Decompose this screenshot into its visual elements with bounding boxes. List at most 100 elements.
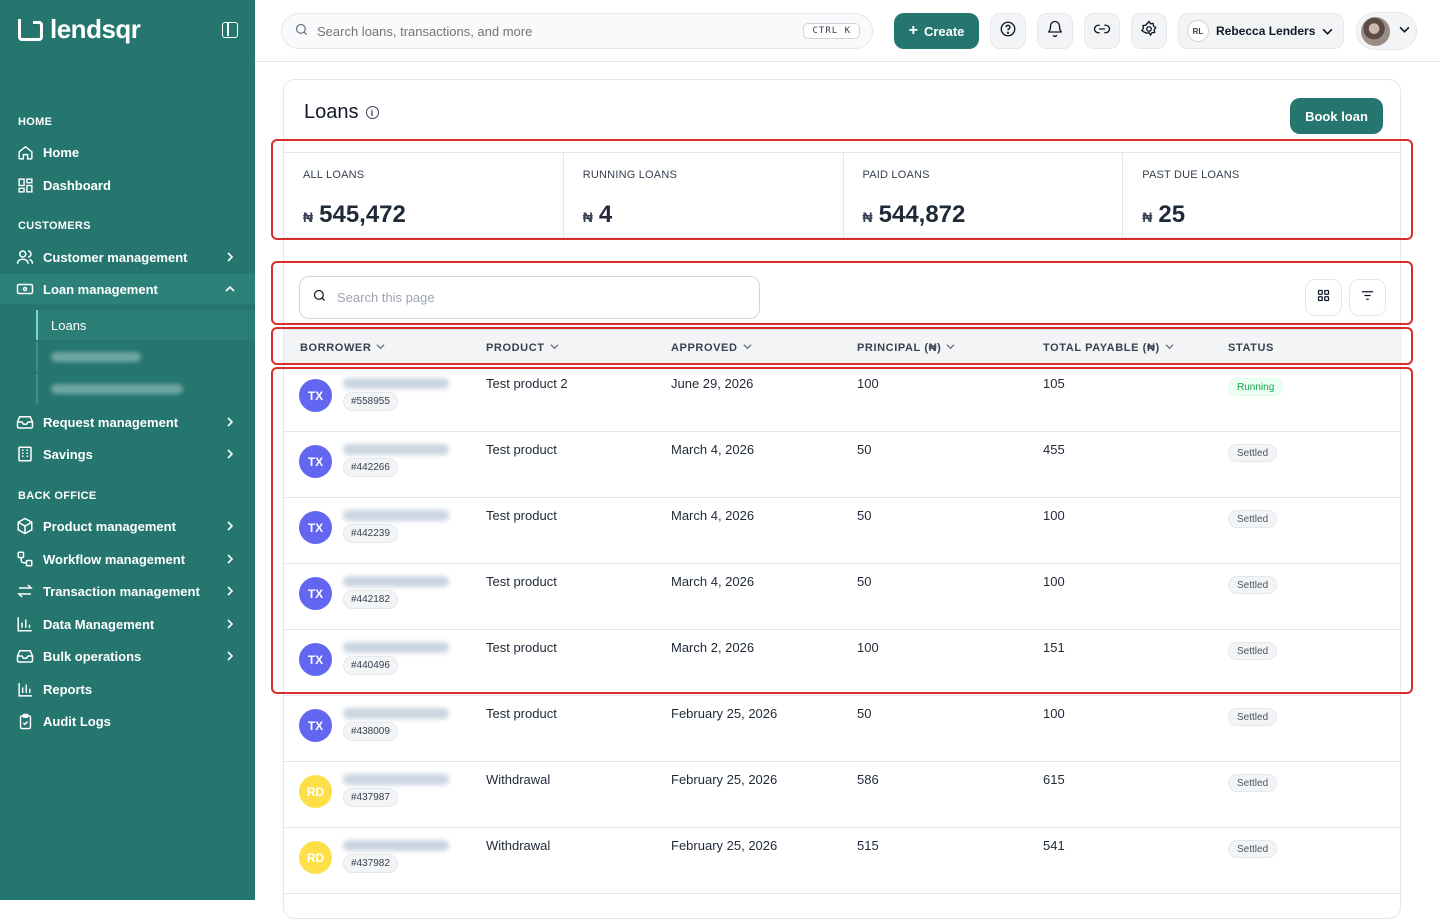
sidebar-item-savings[interactable]: Savings (0, 439, 255, 469)
table-row[interactable]: RD #437982 Withdrawal February 25, 2026 515 5… (284, 828, 1402, 894)
borrower-avatar: TX (299, 577, 332, 610)
sidebar-item-dashboard[interactable]: Dashboard (0, 170, 255, 200)
banknote-icon (16, 280, 34, 298)
approved-cell: June 29, 2026 (671, 376, 754, 391)
column-status: STATUS (1228, 342, 1274, 354)
grid-view-icon (1316, 288, 1331, 308)
sidebar-subitem-loans[interactable]: Loans (36, 310, 255, 340)
approved-cell: March 2, 2026 (671, 640, 755, 655)
status-badge: Settled (1228, 774, 1278, 792)
sidebar-item-label: Bulk operations (43, 648, 142, 664)
table-row[interactable]: TX #442182 Test product March 4, 2026 50 100 S… (284, 564, 1402, 630)
column-approved[interactable]: APPROVED (671, 342, 752, 354)
brand-logo[interactable]: lendsqr (18, 14, 141, 45)
book-loan-button[interactable]: Book loan (1290, 98, 1383, 134)
loan-id-badge: #437987 (343, 788, 398, 807)
column-label: STATUS (1228, 342, 1274, 354)
help-circle-icon (999, 20, 1017, 43)
sidebar-item-data-management[interactable]: Data Management (0, 609, 255, 639)
status-badge: Settled (1228, 642, 1278, 660)
table-row[interactable]: TX #558955 Test product 2 June 29, 2026 100 1… (284, 366, 1402, 432)
page-title: Loans i (304, 101, 379, 124)
sidebar-item-transaction-management[interactable]: Transaction management (0, 576, 255, 606)
sidebar-item-bulk-operations[interactable]: Bulk operations (0, 641, 255, 671)
chevron-right-icon (223, 250, 237, 264)
info-icon[interactable]: i (365, 106, 379, 119)
total-payable-cell: 100 (1043, 508, 1065, 523)
global-search-input[interactable] (317, 23, 757, 39)
borrower-avatar: RD (299, 841, 332, 874)
loan-id-badge: #437982 (343, 854, 398, 873)
sidebar-item-loan-management[interactable]: Loan management (0, 274, 255, 304)
sidebar-item-label: Product management (43, 518, 176, 534)
column-total-payable[interactable]: TOTAL PAYABLE (₦) (1043, 342, 1174, 354)
borrower-avatar: TX (299, 511, 332, 544)
table-row[interactable]: RD #437987 Withdrawal February 25, 2026 586 6… (284, 762, 1402, 828)
product-cell: Withdrawal (486, 838, 551, 853)
stat-label: PAST DUE LOANS (1142, 169, 1240, 181)
blurred-label (51, 352, 141, 362)
status-badge: Settled (1228, 840, 1278, 858)
sidebar-item-product-management[interactable]: Product management (0, 511, 255, 541)
settings-button[interactable] (1131, 13, 1167, 49)
sidebar-item-home[interactable]: Home (0, 137, 255, 167)
borrower-avatar: RD (299, 775, 332, 808)
loan-id-badge: #442266 (343, 458, 398, 477)
create-button-label: Create (923, 23, 965, 39)
page-title-text: Loans (304, 101, 359, 123)
plus-icon: + (908, 22, 918, 39)
approved-cell: March 4, 2026 (671, 574, 755, 589)
product-cell: Test product (486, 442, 557, 457)
link-button[interactable] (1084, 13, 1120, 49)
chevron-right-icon (223, 415, 237, 429)
column-product[interactable]: PRODUCT (486, 342, 559, 354)
bell-icon (1046, 20, 1064, 43)
currency-symbol: ₦ (582, 209, 593, 225)
create-button[interactable]: + Create (894, 13, 979, 49)
notifications-button[interactable] (1037, 13, 1073, 49)
product-cell: Test product 2 (486, 376, 568, 391)
sidebar-item-workflow-management[interactable]: Workflow management (0, 544, 255, 574)
sidebar-item-label: Workflow management (43, 551, 186, 567)
table-row[interactable]: TX #442239 Test product March 4, 2026 50 100 S… (284, 498, 1402, 564)
borrower-name-blurred (343, 576, 449, 587)
stat-label: RUNNING LOANS (582, 169, 678, 181)
approved-cell: March 4, 2026 (671, 508, 755, 523)
table-row[interactable]: TX #442266 Test product March 4, 2026 50 455 S… (284, 432, 1402, 498)
column-borrower[interactable]: BORROWER (300, 342, 385, 354)
org-switcher[interactable]: RL Rebecca Lenders (1178, 13, 1344, 49)
help-button[interactable] (990, 13, 1026, 49)
filter-button[interactable] (1349, 279, 1386, 316)
stat-number: 4 (598, 201, 613, 228)
sidebar-item-audit-logs[interactable]: Audit Logs (0, 706, 255, 736)
sidebar-subitem-blurred-2[interactable] (36, 374, 255, 404)
grid-view-button[interactable] (1305, 279, 1342, 316)
sidebar-item-customer-management[interactable]: Customer management (0, 242, 255, 272)
page-search[interactable] (299, 276, 760, 319)
column-label: PRINCIPAL (₦) (857, 342, 942, 354)
total-payable-cell: 455 (1043, 442, 1065, 457)
status-badge: Settled (1228, 708, 1278, 726)
page-search-input[interactable] (337, 290, 717, 305)
profile-menu[interactable] (1356, 12, 1417, 50)
sidebar-item-label: Transaction management (43, 583, 200, 599)
sidebar-item-request-management[interactable]: Request management (0, 407, 255, 437)
sidebar-item-reports[interactable]: Reports (0, 674, 255, 704)
blurred-label (51, 384, 183, 394)
borrower-name-blurred (343, 774, 449, 785)
borrower-name-blurred (343, 642, 449, 653)
column-principal[interactable]: PRINCIPAL (₦) (857, 342, 955, 354)
total-payable-cell: 100 (1043, 706, 1065, 721)
sidebar-item-label: Customer management (43, 249, 188, 265)
global-search[interactable]: CTRL K (281, 13, 873, 49)
table-row[interactable]: TX #438009 Test product February 25, 2026 50… (284, 696, 1402, 762)
total-payable-cell: 615 (1043, 772, 1065, 787)
loan-stats: ALL LOANS ₦ 545,472 RUNNING LOANS ₦ 4 PAID… (284, 152, 1402, 238)
inbox-stack-icon (16, 647, 34, 665)
sidebar-item-label: Home (43, 144, 80, 160)
chevron-right-icon (223, 617, 237, 631)
table-row[interactable]: TX #440496 Test product March 2, 2026 100 151… (284, 630, 1402, 696)
sidebar-subitem-blurred-1[interactable] (36, 342, 255, 372)
principal-cell: 586 (857, 772, 879, 787)
collapse-sidebar-icon[interactable] (222, 22, 238, 38)
